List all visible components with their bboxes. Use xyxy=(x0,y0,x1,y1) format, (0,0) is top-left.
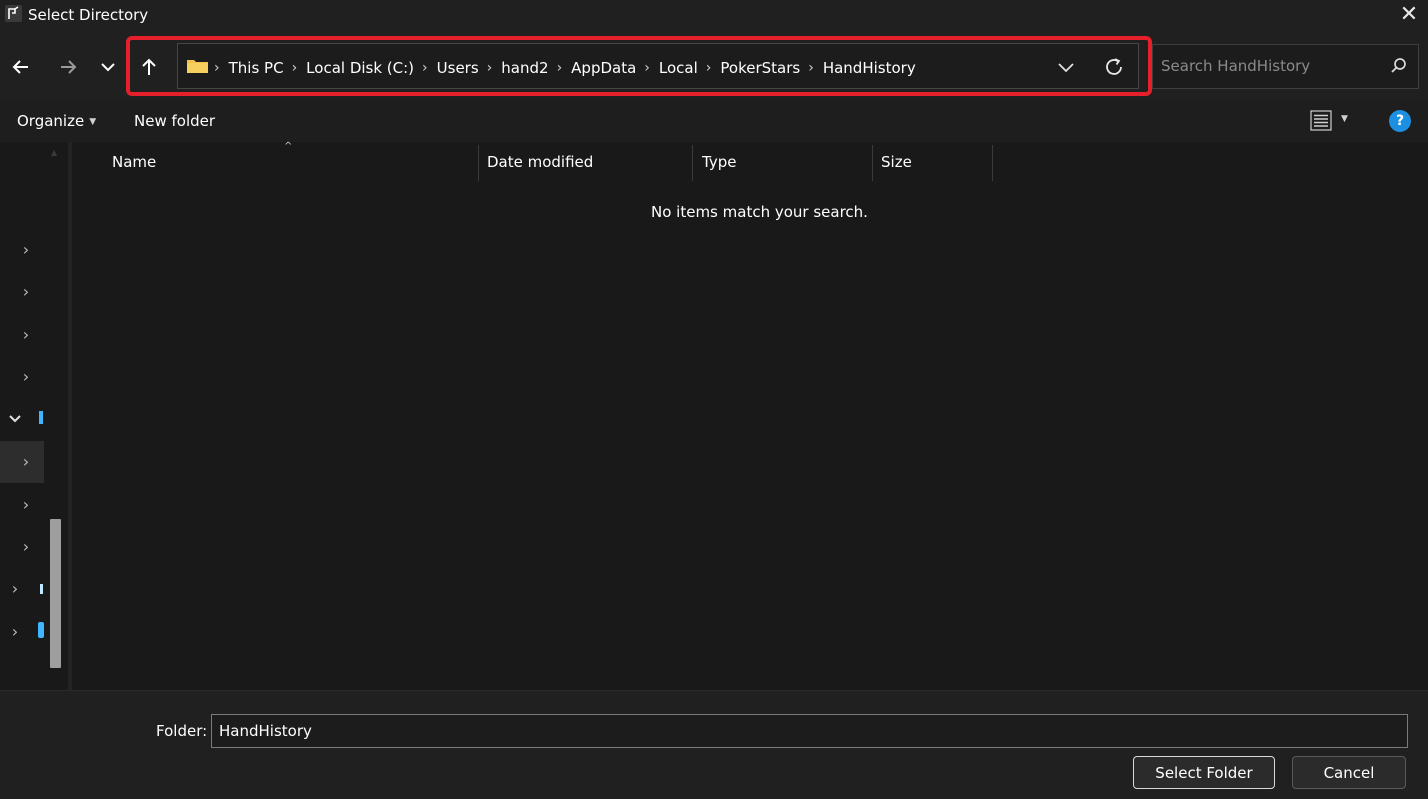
expand-chevron-icon[interactable]: › xyxy=(16,367,36,387)
linux-icon xyxy=(38,622,44,638)
expand-chevron-icon[interactable]: › xyxy=(16,240,36,260)
search-icon[interactable] xyxy=(1390,57,1408,75)
expand-chevron-icon[interactable]: › xyxy=(16,325,36,345)
folder-label: Folder: xyxy=(156,722,208,740)
column-header-type[interactable]: Type xyxy=(702,153,736,171)
folder-name-input[interactable] xyxy=(211,714,1408,748)
organize-button[interactable]: Organize ▼ xyxy=(17,112,96,130)
search-box[interactable] xyxy=(1152,44,1419,89)
chevron-right-icon: › xyxy=(644,60,650,76)
close-icon[interactable]: ✕ xyxy=(1398,3,1420,27)
sort-ascending-icon: ^ xyxy=(284,141,293,152)
collapse-chevron-icon[interactable] xyxy=(5,409,25,429)
expand-chevron-icon[interactable]: › xyxy=(5,622,25,642)
arrow-up-icon[interactable] xyxy=(136,54,162,80)
chevron-right-icon: › xyxy=(486,60,493,76)
expand-chevron-icon[interactable]: › xyxy=(16,495,36,515)
column-divider[interactable] xyxy=(692,145,693,181)
view-options-caret-icon[interactable]: ▼ xyxy=(1341,114,1348,124)
breadcrumb: › This PC › Local Disk (C:) › Users › ha… xyxy=(214,57,916,79)
column-header-size[interactable]: Size xyxy=(881,153,912,171)
column-header-name[interactable]: Name xyxy=(112,153,156,171)
expand-chevron-icon[interactable]: › xyxy=(16,282,36,302)
drive-icon xyxy=(39,411,43,424)
column-divider[interactable] xyxy=(872,145,873,181)
expand-chevron-icon[interactable]: › xyxy=(16,537,36,557)
refresh-icon[interactable] xyxy=(1103,55,1125,79)
arrow-left-icon[interactable] xyxy=(8,54,34,80)
breadcrumb-this-pc[interactable]: This PC xyxy=(229,59,284,77)
new-folder-button[interactable]: New folder xyxy=(134,112,215,130)
column-divider[interactable] xyxy=(992,145,993,181)
column-divider[interactable] xyxy=(478,145,479,181)
expand-chevron-icon[interactable]: › xyxy=(16,452,36,472)
breadcrumb-user[interactable]: hand2 xyxy=(501,59,548,77)
chevron-down-icon[interactable] xyxy=(95,54,121,80)
breadcrumb-local-disk[interactable]: Local Disk (C:) xyxy=(306,59,414,77)
breadcrumb-users[interactable]: Users xyxy=(437,59,479,77)
breadcrumb-handhistory[interactable]: HandHistory xyxy=(823,59,916,77)
view-details-icon[interactable] xyxy=(1310,110,1332,131)
search-input[interactable] xyxy=(1161,57,1371,75)
chevron-right-icon: › xyxy=(291,60,298,76)
chevron-right-icon: › xyxy=(422,60,428,76)
breadcrumb-appdata[interactable]: AppData xyxy=(571,59,636,77)
chevron-right-icon: › xyxy=(705,60,712,76)
cancel-button[interactable]: Cancel xyxy=(1292,756,1406,789)
chevron-right-icon: › xyxy=(556,60,563,76)
select-folder-button[interactable]: Select Folder xyxy=(1133,756,1275,789)
breadcrumb-pokerstars[interactable]: PokerStars xyxy=(720,59,800,77)
title-bar xyxy=(0,0,1428,32)
column-header-date-modified[interactable]: Date modified xyxy=(487,153,593,171)
scroll-up-arrow-icon[interactable]: ▲ xyxy=(51,148,57,157)
window-title: Select Directory xyxy=(28,6,149,24)
help-icon[interactable]: ? xyxy=(1389,110,1411,132)
caret-down-icon: ▼ xyxy=(89,117,97,127)
organize-label: Organize xyxy=(17,112,85,130)
arrow-right-icon[interactable] xyxy=(55,54,81,80)
chevron-right-icon: › xyxy=(808,60,814,76)
folder-icon xyxy=(187,58,208,73)
app-icon xyxy=(5,5,22,22)
chevron-right-icon: › xyxy=(214,60,220,76)
network-icon xyxy=(40,584,43,594)
address-history-chevron-down-icon[interactable] xyxy=(1055,56,1077,78)
expand-chevron-icon[interactable]: › xyxy=(5,579,25,599)
navigation-pane-scrollbar[interactable] xyxy=(50,519,61,668)
empty-list-message: No items match your search. xyxy=(651,203,868,221)
navigation-pane-divider[interactable] xyxy=(68,142,72,690)
breadcrumb-local[interactable]: Local xyxy=(659,59,698,77)
